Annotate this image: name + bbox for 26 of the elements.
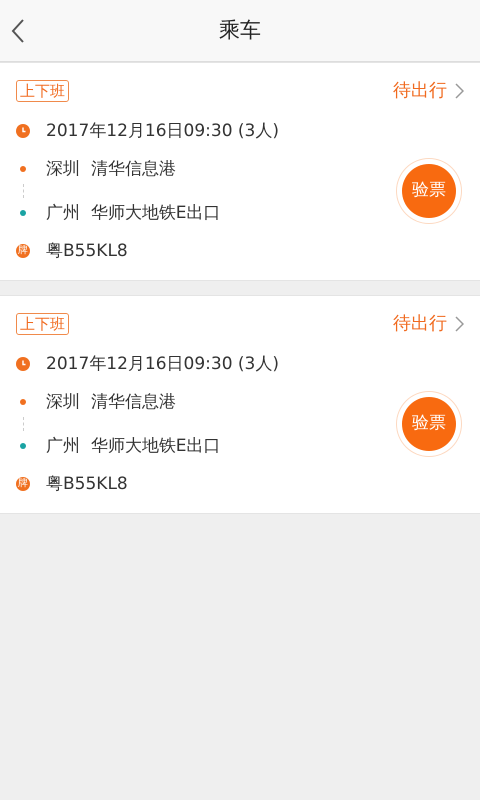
chevron-icon [455,316,464,332]
destination-dot [20,210,26,216]
trip-tag: 上下班 [16,80,69,102]
trip-datetime: 2017年12月16日09:30 (3人) [46,120,280,142]
status-link[interactable]: 待出行 [393,310,464,337]
clock-icon [16,124,30,138]
origin-dot [20,166,26,172]
page-title: 乘车 [219,16,261,44]
trip-datetime: 2017年12月16日09:30 (3人) [46,353,280,375]
verify-ticket-button[interactable]: 验票 [402,164,456,218]
plate-number: 粤B55KL8 [46,473,128,495]
origin-text: 深圳 清华信息港 [46,158,176,180]
back-icon [11,18,25,44]
plate-icon: 牌 [16,477,30,491]
destination-text: 广州 华师大地铁E出口 [46,202,221,224]
chevron-icon [455,82,464,98]
origin-dot [20,399,26,405]
plate-number: 粤B55KL8 [46,240,128,262]
verify-ticket-button[interactable]: 验票 [402,397,456,451]
status-link[interactable]: 待出行 [393,77,464,104]
destination-text: 广州 华师大地铁E出口 [46,435,221,457]
clock-icon [16,357,30,371]
origin-text: 深圳 清华信息港 [46,391,176,413]
plate-icon: 牌 [16,244,30,258]
destination-dot [20,443,26,449]
trip-tag: 上下班 [16,312,69,334]
